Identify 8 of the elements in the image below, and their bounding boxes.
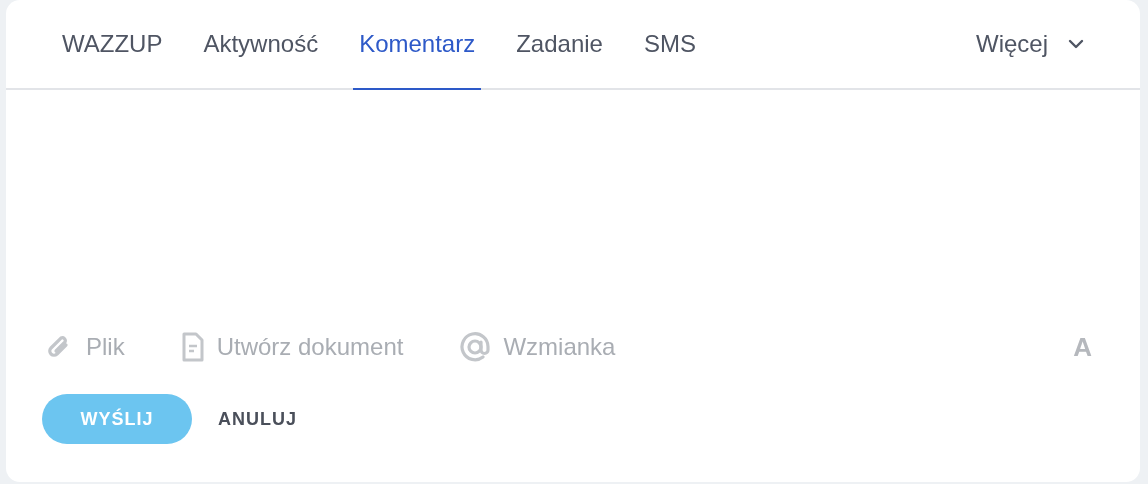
tab[interactable]: Aktywność [197, 0, 325, 90]
cancel-button[interactable]: ANULUJ [218, 405, 297, 433]
tab[interactable]: SMS [637, 0, 702, 90]
document-icon [180, 332, 205, 362]
tab[interactable]: Zadanie [510, 0, 609, 90]
more-dropdown[interactable]: Więcej [970, 0, 1090, 88]
tab[interactable]: WAZZUP [56, 0, 169, 90]
at-sign-icon [459, 331, 492, 363]
